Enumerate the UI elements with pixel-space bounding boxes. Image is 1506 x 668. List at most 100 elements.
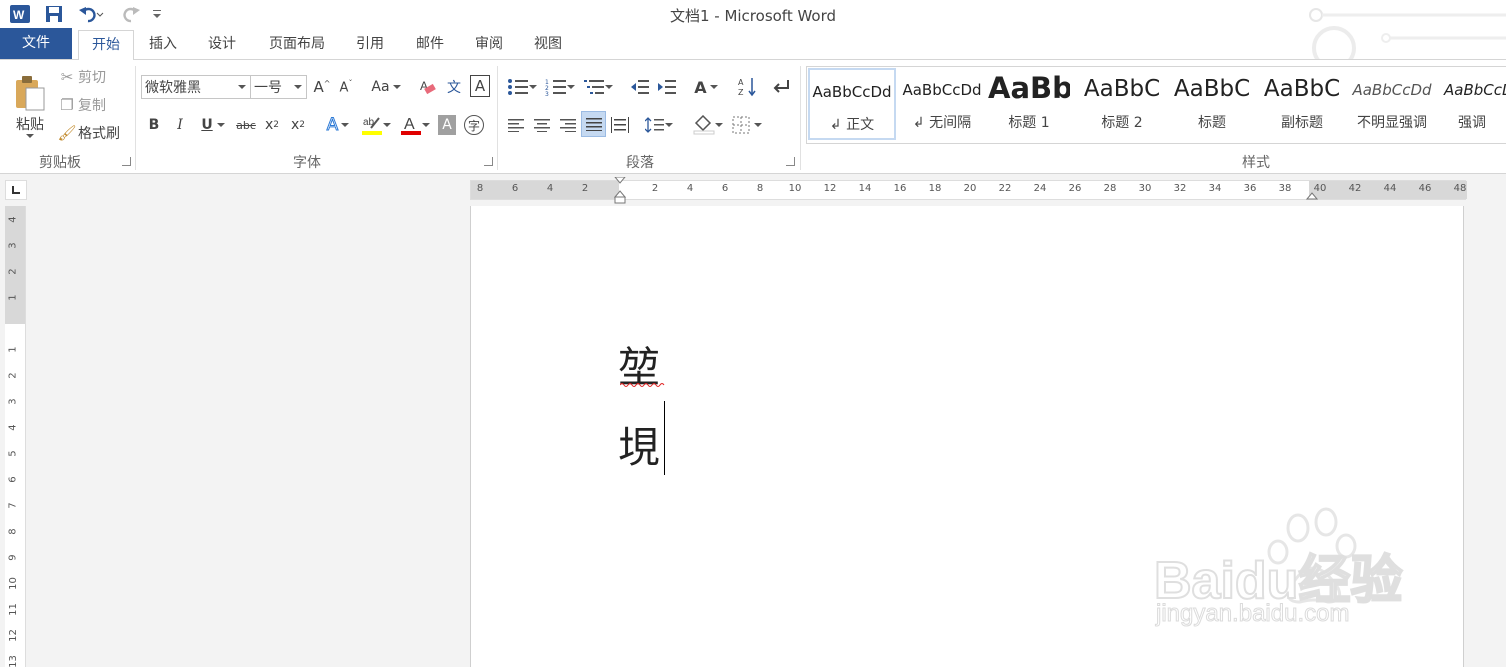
spelling-squiggle: [620, 383, 665, 387]
bold-icon[interactable]: B: [145, 113, 163, 137]
text-direction-button[interactable]: A: [688, 75, 724, 99]
tab-insert[interactable]: 插入: [140, 30, 186, 58]
style-heading-1[interactable]: AaBb 标题 1: [988, 68, 1070, 138]
text-effects-button[interactable]: A: [322, 113, 354, 137]
ruler-number: 6: [511, 183, 519, 194]
tab-home[interactable]: 开始: [78, 30, 134, 61]
shading-button[interactable]: [690, 113, 726, 137]
ruler-number: 6: [7, 476, 19, 483]
shrink-font-button[interactable]: Aˇ: [336, 75, 356, 99]
paragraph-launcher-icon[interactable]: [786, 157, 795, 166]
align-left-icon[interactable]: [504, 113, 528, 137]
character-shading-icon[interactable]: A: [438, 115, 456, 135]
ruler-margin-top: [5, 206, 25, 324]
style-subtitle[interactable]: AaBbC 副标题: [1258, 68, 1346, 138]
align-center-icon[interactable]: [530, 113, 554, 137]
decrease-indent-icon[interactable]: [628, 75, 652, 99]
clear-formatting-icon[interactable]: A: [418, 75, 438, 99]
format-painter-button[interactable]: 🖌 格式刷: [56, 122, 120, 144]
ruler-number: 32: [1173, 183, 1187, 194]
svg-text:A: A: [404, 116, 415, 133]
style-name: 标题 2: [1101, 115, 1143, 131]
paste-label: 粘贴: [16, 116, 44, 133]
ribbon-tabs: 文件 开始 插入 设计 页面布局 引用 邮件 审阅 视图: [0, 28, 1506, 61]
multilevel-list-button[interactable]: [580, 75, 616, 99]
font-launcher-icon[interactable]: [484, 157, 493, 166]
enclose-characters-icon[interactable]: 字: [464, 115, 484, 135]
change-case-label: Aa: [371, 79, 390, 95]
subscript-icon[interactable]: x2: [262, 113, 282, 137]
superscript-icon[interactable]: x2: [288, 113, 308, 137]
tab-file[interactable]: 文件: [0, 28, 72, 59]
style-name: 标题 1: [1008, 115, 1050, 131]
ruler-number: 34: [1208, 183, 1222, 194]
font-size-value: 一号: [254, 80, 282, 96]
ruler-number: 3: [7, 398, 19, 405]
copy-button[interactable]: ❐ 复制: [56, 94, 106, 116]
text-cursor: [664, 401, 665, 475]
style-name: 强调: [1458, 115, 1486, 131]
show-marks-icon[interactable]: [770, 75, 794, 99]
numbering-button[interactable]: 123: [542, 75, 578, 99]
style-no-spacing[interactable]: AaBbCcDd ↲ 无间隔: [898, 68, 986, 138]
highlight-button[interactable]: ab: [358, 113, 394, 137]
strikethrough-icon[interactable]: abc: [234, 113, 258, 137]
indent-marker-icon[interactable]: [614, 177, 626, 205]
ruler-number: 10: [788, 183, 802, 194]
distributed-icon[interactable]: [608, 113, 632, 137]
cut-button[interactable]: ✂ 剪切: [56, 66, 106, 88]
bullets-button[interactable]: [504, 75, 540, 99]
style-subtle-emphasis[interactable]: AaBbCcDd 不明显强调: [1348, 68, 1436, 138]
copy-label: 复制: [78, 98, 106, 114]
paint-bucket-icon: [693, 115, 715, 135]
tab-selector-icon[interactable]: [5, 180, 27, 200]
style-heading-2[interactable]: AaBbC 标题 2: [1078, 68, 1166, 138]
align-right-icon[interactable]: [556, 113, 580, 137]
character-border-icon[interactable]: A: [470, 75, 490, 97]
ruler-number: 4: [546, 183, 554, 194]
font-color-button[interactable]: A: [398, 113, 432, 137]
horizontal-ruler[interactable]: 8642 2 4 6 8 10 12 14 16 18 20 22 24 26 28 30 32 34 36 38 4…: [470, 177, 1467, 204]
sort-icon[interactable]: AZ: [736, 75, 760, 99]
group-separator: [497, 66, 498, 170]
ruler-number: 2: [7, 372, 19, 379]
document-line-2[interactable]: 垷: [618, 414, 660, 475]
ruler-number: 28: [1103, 183, 1117, 194]
ribbon-home: 粘贴 ✂ 剪切 ❐ 复制 🖌 格式刷 剪贴板 微软雅黑 一号 A^ Aˇ Aa …: [0, 60, 1506, 174]
font-name-value: 微软雅黑: [145, 80, 201, 96]
style-sample: AaBbC: [1173, 76, 1251, 102]
grow-font-icon: A^: [313, 78, 331, 96]
style-normal[interactable]: AaBbCcDd ↲ 正文: [808, 68, 896, 140]
right-indent-marker-icon[interactable]: [1306, 191, 1318, 201]
borders-button[interactable]: [729, 113, 765, 137]
style-title[interactable]: AaBbC 标题: [1168, 68, 1256, 138]
ruler-number: 9: [7, 554, 19, 561]
vertical-ruler[interactable]: 4 3 2 1 1 2 3 4 5 6 7 8 9 10 11 12 13: [5, 206, 26, 668]
justify-icon[interactable]: [581, 111, 606, 137]
paste-button[interactable]: 粘贴: [10, 66, 50, 146]
tab-page-layout[interactable]: 页面布局: [260, 30, 334, 58]
baidu-watermark: Baidu经验 jingyan.baidu.com: [1150, 500, 1450, 650]
change-case-button[interactable]: Aa: [368, 75, 404, 99]
tab-view[interactable]: 视图: [524, 30, 572, 58]
ruler-margin-left: [471, 181, 619, 199]
tab-design[interactable]: 设计: [198, 30, 246, 58]
tab-references[interactable]: 引用: [346, 30, 394, 58]
style-emphasis[interactable]: AaBbCcDd 强调: [1438, 68, 1506, 138]
font-size-select[interactable]: 一号: [250, 75, 307, 99]
italic-icon[interactable]: I: [171, 113, 189, 137]
tab-mailings[interactable]: 邮件: [406, 30, 454, 58]
increase-indent-icon[interactable]: [655, 75, 679, 99]
ruler-number: 1: [7, 346, 19, 353]
clipboard-launcher-icon[interactable]: [122, 157, 131, 166]
phonetic-guide-icon[interactable]: 文: [443, 75, 465, 99]
tab-review[interactable]: 审阅: [465, 30, 513, 58]
ruler-number: 36: [1243, 183, 1257, 194]
grow-font-button[interactable]: A^: [312, 75, 332, 99]
style-name: 标题: [1198, 115, 1226, 131]
line-spacing-button[interactable]: [641, 113, 677, 137]
underline-button[interactable]: U: [196, 113, 230, 137]
font-name-select[interactable]: 微软雅黑: [141, 75, 251, 99]
chevron-down-icon: [294, 85, 302, 89]
style-sample: AaBbCcDd: [812, 83, 892, 101]
